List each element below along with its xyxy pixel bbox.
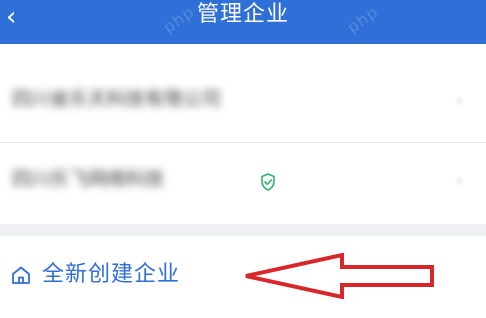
manage-enterprise-screen: ‹ 管理企业 php php php php 四川省乐天科技有限公司 › 四川乐… xyxy=(0,0,486,318)
header-bar: ‹ 管理企业 php php php php xyxy=(0,0,486,107)
verified-shield-icon xyxy=(261,173,275,191)
page-title: 管理企业 xyxy=(196,2,289,27)
create-enterprise-label: 全新创建企业 xyxy=(42,262,181,287)
annotation-arrow xyxy=(245,253,434,299)
enterprise-name: 四川乐飞网络科技 xyxy=(12,168,165,190)
enterprise-item[interactable]: 四川乐飞网络科技 › xyxy=(0,142,486,216)
home-icon xyxy=(12,266,30,284)
create-enterprise-button[interactable]: 全新创建企业 xyxy=(10,260,180,290)
chevron-right-icon: › xyxy=(456,170,464,191)
chevron-right-icon: › xyxy=(456,90,464,111)
enterprise-item[interactable]: 四川省乐天科技有限公司 › xyxy=(0,62,486,136)
enterprise-name: 四川省乐天科技有限公司 xyxy=(12,88,222,110)
enterprise-list: 四川省乐天科技有限公司 › 四川乐飞网络科技 › xyxy=(0,44,486,224)
